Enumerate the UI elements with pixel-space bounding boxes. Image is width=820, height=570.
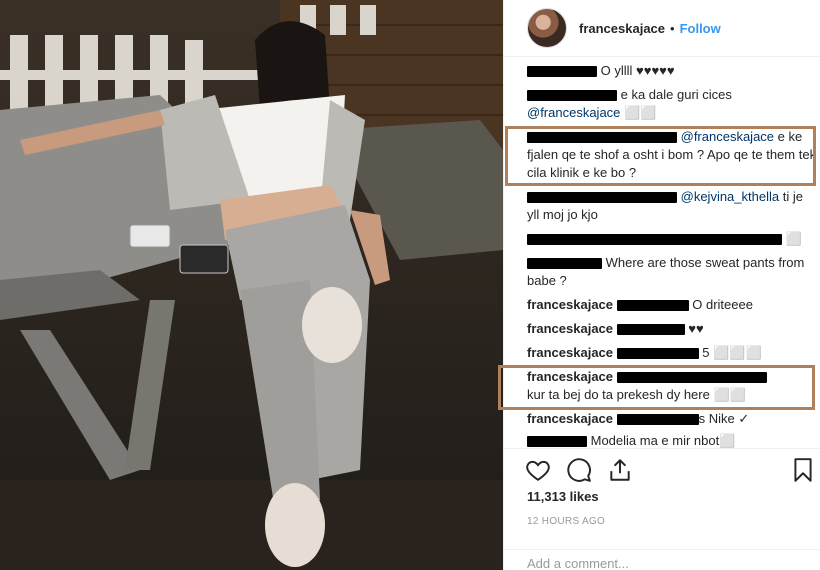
highlight-box [498, 365, 815, 410]
redacted-mention [616, 300, 689, 312]
comment-mention[interactable]: @franceskajace [527, 105, 620, 120]
comment-item: franceskajace s Nike ✓ [527, 410, 817, 428]
redacted-username [527, 66, 597, 78]
comment-username[interactable]: franceskajace [527, 411, 613, 426]
comment-item: @kejvina_kthella ti je yll moj jo kjo [527, 188, 817, 224]
post-actions: 11,313 likes 12 HOURS AGO [504, 448, 820, 570]
post-timestamp[interactable]: 12 HOURS AGO [527, 516, 605, 527]
redacted-mention [616, 348, 699, 360]
comment-item: ⬜ [527, 230, 817, 248]
comment-item: @franceskajace ⬜⬜ [527, 104, 817, 122]
redacted-username [527, 258, 602, 270]
post-header: franceskajace • Follow [504, 0, 820, 57]
comment-input[interactable] [527, 554, 787, 570]
comment-username[interactable]: franceskajace [527, 321, 613, 336]
comment-item: franceskajace ♥♥ [527, 320, 817, 338]
separator-dot: • [670, 20, 675, 36]
header-username[interactable]: franceskajace [579, 21, 665, 36]
highlight-box [505, 126, 816, 186]
redacted-mention [616, 324, 685, 336]
add-comment-bar [504, 549, 820, 570]
comment-text: ⬜⬜ [620, 105, 657, 120]
comment-text: O yllll ♥♥♥♥♥ [600, 63, 675, 78]
comment-item: O yllll ♥♥♥♥♥ [527, 62, 817, 80]
follow-button[interactable]: Follow [680, 21, 721, 36]
redacted-username [527, 192, 677, 204]
comment-text: s Nike ✓ [698, 411, 750, 426]
comment-username[interactable]: franceskajace [527, 345, 613, 360]
redacted-username [527, 436, 587, 448]
bookmark-icon[interactable] [790, 457, 816, 483]
comment-text: ⬜ [785, 231, 802, 246]
redacted-mention [616, 414, 699, 426]
post-side-panel: franceskajace • Follow O yllll ♥♥♥♥♥ e k… [498, 0, 820, 570]
comment-text: Modelia ma e mir nbot⬜ [590, 433, 736, 448]
likes-count[interactable]: 11,313 likes [527, 489, 599, 504]
comment-mention[interactable]: @kejvina_kthella [681, 189, 779, 204]
comment-username[interactable]: franceskajace [527, 297, 613, 312]
redacted-username [527, 234, 782, 246]
comment-item: Modelia ma e mir nbot⬜ [527, 432, 817, 448]
comment-item: Where are those sweat pants from babe ? [527, 254, 817, 290]
comment-bubble-icon[interactable] [566, 457, 592, 483]
comment-text: O driteeee [692, 297, 753, 312]
avatar[interactable] [527, 8, 567, 48]
comment-item: franceskajace 5 ⬜⬜⬜ [527, 344, 817, 362]
post-photo[interactable] [0, 0, 503, 570]
share-icon[interactable] [607, 457, 633, 483]
heart-icon[interactable] [525, 457, 551, 483]
comment-text: e ka dale guri cices [620, 87, 732, 102]
comment-item: franceskajace O driteeee [527, 296, 817, 314]
comment-item: e ka dale guri cices [527, 86, 817, 104]
comment-text: 5 ⬜⬜⬜ [702, 345, 762, 360]
redacted-username [527, 90, 617, 102]
comment-text: ♥♥ [688, 321, 704, 336]
